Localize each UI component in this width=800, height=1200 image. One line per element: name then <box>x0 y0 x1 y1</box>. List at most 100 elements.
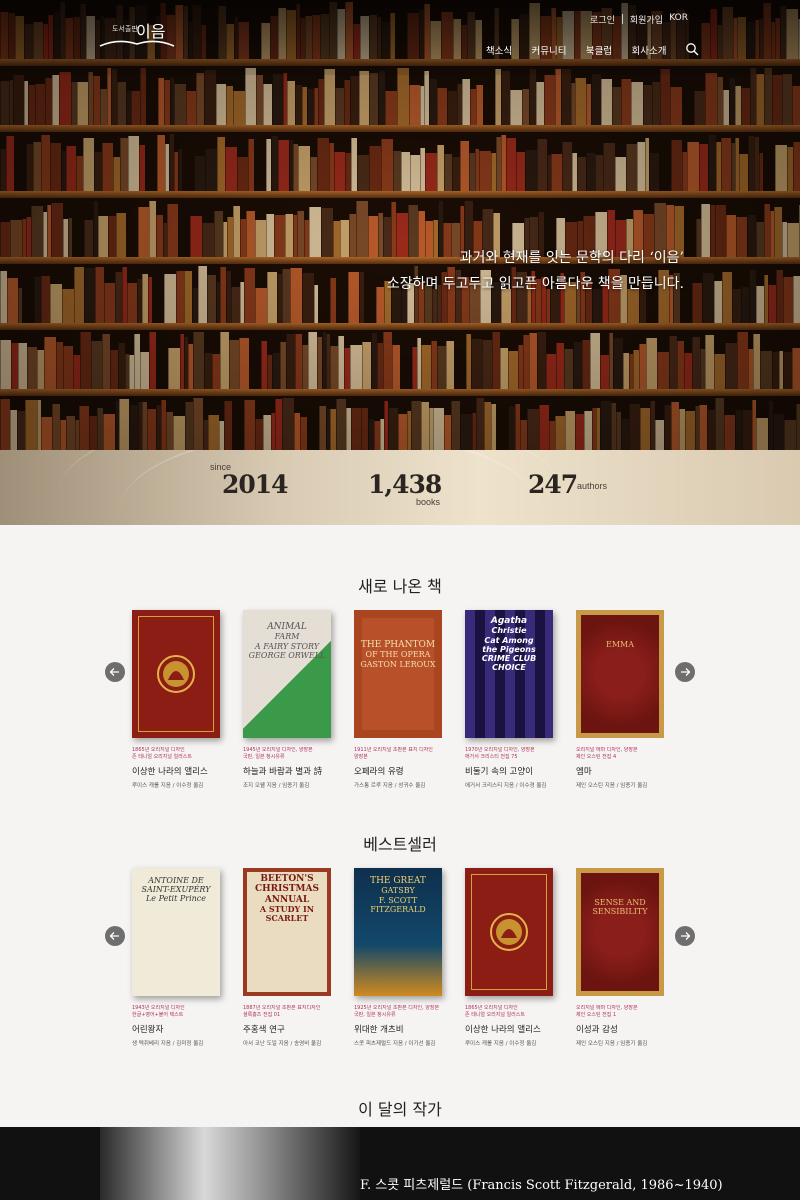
cover-text-line: THE GREAT <box>370 876 426 886</box>
language-selector[interactable]: KOR <box>662 13 695 23</box>
book-card[interactable]: THE PHANTOM OF THE OPERA GASTON LEROUX 191… <box>354 610 444 789</box>
cover-text-line: EMMA <box>606 640 634 649</box>
cover-text-line: ANTOINE DE SAINT-EXUPÉRY <box>141 876 211 895</box>
cover-text-line: THE PHANTOM <box>360 640 436 650</box>
site-header: 도서출판 이음 로그인 회원가입 KOR 책소식 커뮤니티 북클럽 회사소개 <box>0 0 800 75</box>
book-card[interactable]: Agatha Christie Cat Among the Pigeons CRIME … <box>465 610 555 789</box>
book-title[interactable]: 이상한 나라의 앨리스 <box>465 1023 555 1035</box>
bestsellers-heading: 베스트셀러 <box>363 835 437 854</box>
book-cover[interactable]: Agatha Christie Cat Among the Pigeons CRIME … <box>465 610 553 738</box>
book-cover[interactable]: SENSE AND SENSIBILITY <box>576 868 664 996</box>
bestsellers-next-button[interactable] <box>675 926 695 946</box>
arrow-left-icon <box>109 668 119 676</box>
book-card[interactable]: EMMA 오리지널 에마 디자인, 양장본 제인 오스틴 전집 4 엠마 제인 … <box>576 610 666 789</box>
book-edition-info: 1911년 오리지널 초판본 표지 디자인 양장본 <box>354 747 433 760</box>
author-of-month-heading: 이 달의 작가 <box>358 1100 442 1119</box>
books-label: books <box>416 497 441 507</box>
cover-text-line: GASTON LEROUX <box>360 659 436 669</box>
book-title[interactable]: 이상한 나라의 앨리스 <box>132 765 222 777</box>
nav-item-community[interactable]: 커뮤니티 <box>524 43 574 57</box>
search-icon[interactable] <box>685 42 699 56</box>
author-photo <box>100 1127 360 1200</box>
login-link[interactable]: 로그인 <box>583 13 622 26</box>
cover-text-line: SENSIBILITY <box>592 907 648 917</box>
book-card[interactable]: THE GREAT GATSBY F. SCOTT FITZGERALD 1925년… <box>354 868 444 1047</box>
book-card[interactable]: 1865년 오리지널 디자인 존 테니얼 오리지널 일러스트 이상한 나라의 앨… <box>132 610 222 789</box>
book-title[interactable]: 오페라의 유령 <box>354 765 444 777</box>
gold-medallion-icon <box>490 913 528 951</box>
book-edition-info: 오리지널 에마 디자인, 양장본 제인 오스틴 전집 1 <box>576 1005 638 1018</box>
book-author: 조지 오웰 지음 / 임종기 옮김 <box>243 783 310 789</box>
book-title[interactable]: 주홍색 연구 <box>243 1023 333 1035</box>
book-author: 스콧 피츠제럴드 지음 / 이기선 옮김 <box>354 1041 436 1047</box>
hero-banner: 도서출판 이음 로그인 회원가입 KOR 책소식 커뮤니티 북클럽 회사소개 과… <box>0 0 800 450</box>
book-author: 아서 코난 도일 지음 / 송영비 옮김 <box>243 1041 322 1047</box>
cover-text-line: A FAIRY STORY <box>254 641 320 651</box>
book-title[interactable]: 비둘기 속의 고양이 <box>465 765 555 777</box>
book-cover[interactable] <box>465 868 553 996</box>
book-cover[interactable] <box>132 610 220 738</box>
bestsellers-prev-button[interactable] <box>105 926 125 946</box>
book-cover[interactable]: THE GREAT GATSBY F. SCOTT FITZGERALD <box>354 868 442 996</box>
book-title[interactable]: 어린왕자 <box>132 1023 222 1035</box>
hero-line-1: 과거와 현재를 잇는 문학의 다리 ‘이음’ <box>459 250 684 266</box>
cover-text-line: Cat Among <box>484 635 534 645</box>
books-value: 1,438 <box>368 470 442 499</box>
utility-links: 로그인 회원가입 <box>583 13 670 26</box>
book-edition-info: 1865년 오리지널 디자인 존 테니얼 오리지널 일러스트 <box>465 1005 525 1018</box>
cover-text-line: ANIMAL <box>267 622 307 632</box>
book-cover[interactable]: ANTOINE DE SAINT-EXUPÉRY Le Petit Prince <box>132 868 220 996</box>
book-edition-info: 1970년 오리지널 디자인, 양장본 애거서 크리스티 전집 75 <box>465 747 535 760</box>
book-author: 애거서 크리스티 지음 / 이수경 옮김 <box>465 783 547 789</box>
since-value: 2014 <box>222 470 289 499</box>
cover-text-line: SCARLET <box>265 913 309 924</box>
cover-text-line: Christie <box>491 626 527 636</box>
book-author: 제인 오스틴 지음 / 임종기 옮김 <box>576 783 648 789</box>
book-card[interactable]: ANTOINE DE SAINT-EXUPÉRY Le Petit Prince … <box>132 868 222 1047</box>
book-edition-info: 1943년 오리지널 디자인 한글+영어+불어 텍스트 <box>132 1005 185 1018</box>
cover-text-line: the Pigeons <box>482 644 536 654</box>
arrow-right-icon <box>681 932 691 940</box>
new-books-next-button[interactable] <box>675 662 695 682</box>
logo-subtitle: 도서출판 <box>112 25 138 33</box>
cover-text-line: CRIME CLUB CHOICE <box>481 653 537 673</box>
cover-text-line: GATSBY <box>381 886 415 896</box>
arrow-right-icon <box>681 668 691 676</box>
book-title[interactable]: 이성과 감성 <box>576 1023 666 1035</box>
book-card[interactable]: ANIMAL FARM A FAIRY STORY GEORGE ORWELL 194… <box>243 610 333 789</box>
cover-text-line: F. SCOTT FITZGERALD <box>370 895 426 914</box>
new-books-prev-button[interactable] <box>105 662 125 682</box>
book-card[interactable]: BEETON'S CHRISTMAS ANNUAL A STUDY IN SCARL… <box>243 868 333 1047</box>
book-author: 루이스 캐롤 지음 / 이수정 옮김 <box>465 1041 537 1047</box>
site-logo[interactable]: 도서출판 이음 <box>98 18 178 50</box>
cover-text-line: Le Petit Prince <box>145 894 206 904</box>
cover-text-line: GEORGE ORWELL <box>248 650 326 660</box>
book-cover[interactable]: BEETON'S CHRISTMAS ANNUAL A STUDY IN SCARL… <box>243 868 331 996</box>
language-label: KOR <box>669 13 688 23</box>
stats-band: since 2014 1,438 books 247 authors <box>0 450 800 525</box>
book-card[interactable]: SENSE AND SENSIBILITY 오리지널 에마 디자인, 양장본 제인… <box>576 868 666 1047</box>
book-edition-info: 1925년 오리지널 초판본 디자인, 양장본 국판, 일본 청시유류 <box>354 1005 440 1018</box>
cover-text-line: SENSE AND <box>594 898 646 907</box>
author-of-month-banner: F. 스콧 피츠제럴드 (Francis Scott Fitzgerald, 1… <box>0 1127 800 1200</box>
hero-line-2: 소장하며 두고두고 읽고픈 아름다운 책을 만듭니다. <box>386 276 684 292</box>
book-edition-info: 1865년 오리지널 디자인 존 테니얼 오리지널 일러스트 <box>132 747 192 760</box>
gold-medallion-icon <box>157 655 195 693</box>
book-author: 가스통 르루 지음 / 성귀수 옮김 <box>354 783 426 789</box>
arrow-left-icon <box>109 932 119 940</box>
author-name[interactable]: F. 스콧 피츠제럴드 (Francis Scott Fitzgerald, 1… <box>360 1174 723 1193</box>
book-title[interactable]: 엠마 <box>576 765 666 777</box>
book-cover[interactable]: THE PHANTOM OF THE OPERA GASTON LEROUX <box>354 610 442 738</box>
book-card[interactable]: 1865년 오리지널 디자인 존 테니얼 오리지널 일러스트 이상한 나라의 앨… <box>465 868 555 1047</box>
nav-item-bookclub[interactable]: 북클럽 <box>574 43 624 57</box>
nav-item-about[interactable]: 회사소개 <box>624 43 674 57</box>
book-cover[interactable]: ANIMAL FARM A FAIRY STORY GEORGE ORWELL <box>243 610 331 738</box>
book-title[interactable]: 위대한 개츠비 <box>354 1023 444 1035</box>
book-edition-info: 1945년 오리지널 디자인, 양장본 국판, 일본 청시유류 <box>243 747 313 760</box>
book-arc-icon <box>99 40 175 47</box>
book-title[interactable]: 하늘과 바람과 별과 詩 <box>243 765 333 777</box>
book-author: 루이스 캐롤 지음 / 이수정 옮김 <box>132 783 204 789</box>
book-edition-info: 오리지널 에마 디자인, 양장본 제인 오스틴 전집 4 <box>576 747 638 760</box>
nav-item-news[interactable]: 책소식 <box>474 43 524 57</box>
book-cover[interactable]: EMMA <box>576 610 664 738</box>
